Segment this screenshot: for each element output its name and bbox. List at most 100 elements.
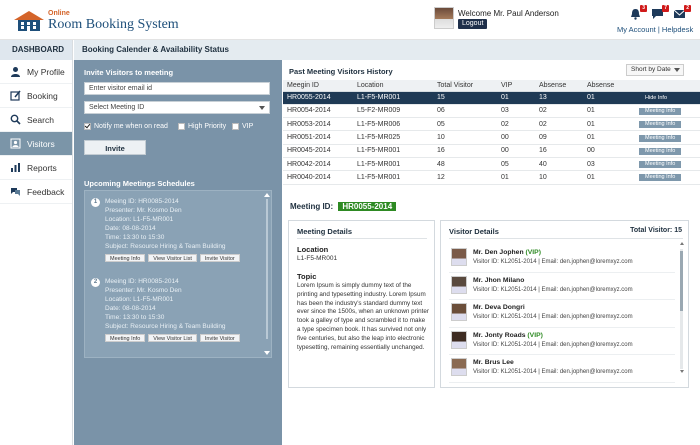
hide-info-button[interactable]: Hide Info [639, 95, 673, 102]
sidebar-item-visitors[interactable]: Visitors [0, 132, 72, 156]
table-cell-abs2: 00 [583, 144, 635, 158]
chat-badge: 7 [662, 5, 669, 12]
meeting-info-button[interactable]: Meeting Info [639, 174, 682, 182]
logo-online-text: Online [48, 10, 70, 17]
meeting-info-button[interactable]: Meeting Info [639, 147, 682, 155]
checkbox-icon [178, 123, 185, 130]
my-account-link[interactable]: My Account [617, 25, 656, 34]
table-cell-abs1: 40 [535, 157, 583, 172]
list-item[interactable]: Mr. Den Jophen (VIP) Visitor ID: KL2051-2… [449, 245, 675, 273]
meeting-info-button[interactable]: Meeting Info [105, 254, 146, 262]
column-header[interactable]: Absense [535, 80, 583, 92]
visitor-list[interactable]: Mr. Den Jophen (VIP) Visitor ID: KL2051-2… [449, 245, 675, 385]
scroll-down-icon[interactable] [680, 370, 684, 373]
table-row[interactable]: HR0054-2014 L5-F2-MR009 06 03 02 01 Meeting In… [283, 104, 700, 119]
meeting-info-lines: Meeing ID: HR0085-2014 Presenter: Mr. Ko… [105, 277, 226, 331]
sidebar-item-booking[interactable]: Booking [0, 84, 72, 108]
table-cell-total: 12 [433, 170, 497, 185]
logout-button[interactable]: Logout [458, 19, 488, 29]
user-panel: Welcome Mr. Paul Anderson Logout [434, 7, 594, 35]
dashboard-link[interactable]: DASHBOARD [0, 40, 72, 60]
meeting-info-button[interactable]: Meeting Info [639, 107, 682, 115]
invite-visitor-button[interactable]: Invite Visitor [199, 254, 240, 262]
helpdesk-link[interactable]: Helpdesk [662, 25, 693, 34]
column-header[interactable]: Location [353, 80, 433, 92]
table-row[interactable]: HR0045-2014 L1-F5-MR001 16 00 16 00 Meeting In… [283, 144, 700, 158]
link-separator: | [657, 25, 660, 34]
upcoming-heading: Upcoming Meetings Schedules [84, 179, 195, 188]
table-cell-total: 05 [433, 117, 497, 132]
meeting-id-select-value: Select Meeting ID [89, 104, 145, 111]
visitor-details-panel: Visitor Details Total Visitor: 15 Mr. De… [440, 220, 689, 388]
invite-visitor-button[interactable]: Invite Visitor [199, 334, 240, 342]
history-heading: Past Meeting Visitors History [289, 67, 393, 76]
meeting-info-button[interactable]: Meeting Info [639, 161, 682, 169]
column-header[interactable]: Meegin ID [283, 80, 353, 92]
table-row[interactable]: HR0042-2014 L1-F5-MR001 48 05 40 03 Meeting In… [283, 157, 700, 172]
table-row[interactable]: HR0053-2014 L1-F5-MR006 05 02 02 01 Meeting In… [283, 117, 700, 132]
table-row[interactable]: HR0055-2014 L1-F5-MR001 15 01 13 01 Hide Info [283, 91, 700, 105]
sidebar-item-label: Feedback [27, 186, 65, 197]
notification-chat[interactable]: 7 [651, 5, 669, 22]
sort-select[interactable]: Short by Date [626, 64, 684, 76]
list-item[interactable]: Mr. Brus Lee Visitor ID: KL2051-2014 | E… [449, 355, 675, 383]
meeting-info-button[interactable]: Meeting Info [639, 134, 682, 142]
meeting-id-select[interactable]: Select Meeting ID [84, 101, 270, 114]
list-item[interactable]: Mr. Deva Dongri Visitor ID: KL2051-2014 … [449, 300, 675, 328]
table-header-row: Meegin ID Location Total Visitor VIP Abs… [283, 80, 700, 92]
sidebar-item-label: Reports [27, 162, 57, 173]
sidebar-item-search[interactable]: Search [0, 108, 72, 132]
location-value: L1-F5-MR001 [297, 255, 338, 262]
meeting-info-button[interactable]: Meeting Info [105, 334, 146, 342]
high-priority-checkbox[interactable]: High Priority [178, 123, 226, 130]
user-name: Mr. Paul Anderson [493, 9, 559, 18]
meeting-info-lines: Meeing ID: HR0085-2014 Presenter: Mr. Ko… [105, 197, 226, 251]
scroll-up-icon[interactable] [680, 242, 684, 245]
meeting-info-button[interactable]: Meeting Info [639, 121, 682, 129]
app-logo[interactable]: Online Room Booking System [12, 8, 182, 34]
scrollbar-track[interactable] [266, 199, 268, 339]
list-item[interactable]: Mr. Jhon Milano Visitor ID: KL2051-2014 … [449, 273, 675, 300]
view-visitor-list-button[interactable]: View Visitor List [148, 254, 197, 262]
visitor-name: Mr. Den Jophen [473, 249, 524, 256]
column-header[interactable]: VIP [497, 80, 535, 92]
table-cell-location: L1-F5-MR025 [353, 130, 433, 145]
scrollbar-thumb[interactable] [680, 251, 683, 311]
history-panel: Past Meeting Visitors History Short by D… [283, 60, 700, 188]
welcome-label: Welcome [458, 9, 492, 18]
chevron-down-icon [674, 68, 680, 72]
table-cell-vip: 03 [497, 104, 535, 119]
table-cell-vip: 01 [497, 91, 535, 105]
table-cell-vip: 02 [497, 117, 535, 132]
scroll-up-icon[interactable] [264, 193, 270, 197]
visitor-detail: Visitor ID: KL2051-2014 | Email: den.jop… [473, 286, 633, 293]
notification-bell[interactable]: 3 [629, 5, 647, 22]
invite-button[interactable]: Invite [84, 140, 146, 155]
view-visitor-list-button[interactable]: View Visitor List [148, 334, 197, 342]
avatar [451, 330, 467, 349]
table-row[interactable]: HR0040-2014 L1-F5-MR001 12 01 10 01 Meeting In… [283, 170, 700, 185]
subject-line: Subject: Resource Hiring & Team Building [105, 243, 226, 250]
column-header[interactable]: Absense [583, 80, 635, 92]
table-cell-action: Meeting Info [635, 144, 700, 158]
table-cell-location: L1-F5-MR001 [353, 91, 433, 105]
notification-mail[interactable]: 2 [673, 5, 691, 22]
page-title: Booking Calender & Availability Status [74, 40, 700, 60]
table-cell-action: Hide Info [635, 91, 700, 105]
notify-checkbox[interactable]: Notify me when on read [84, 123, 168, 130]
notify-label: Notify me when on read [94, 123, 168, 130]
list-item[interactable]: Mr. Jonty Roads (VIP) Visitor ID: KL2051-… [449, 328, 675, 355]
vip-checkbox[interactable]: VIP [232, 123, 253, 130]
checkbox-icon [232, 123, 239, 130]
meeting-actions: Meeting Info View Visitor List Invite Vi… [105, 254, 240, 262]
sidebar-item-feedback[interactable]: Feedback [0, 180, 72, 204]
visitor-email-input[interactable]: Enter visitor email id [84, 82, 270, 95]
welcome-text: Welcome Mr. Paul Anderson [458, 9, 559, 18]
table-row[interactable]: HR0051-2014 L1-F5-MR025 10 00 09 01 Meeting In… [283, 130, 700, 145]
scroll-down-icon[interactable] [264, 351, 270, 355]
column-header[interactable]: Total Visitor [433, 80, 497, 92]
sidebar-item-reports[interactable]: Reports [0, 156, 72, 180]
upcoming-meetings-list[interactable]: 1 Meeing ID: HR0085-2014 Presenter: Mr. … [84, 190, 272, 358]
sidebar-item-my-profile[interactable]: My Profile [0, 60, 72, 84]
sidebar-item-label: Booking [27, 90, 58, 101]
